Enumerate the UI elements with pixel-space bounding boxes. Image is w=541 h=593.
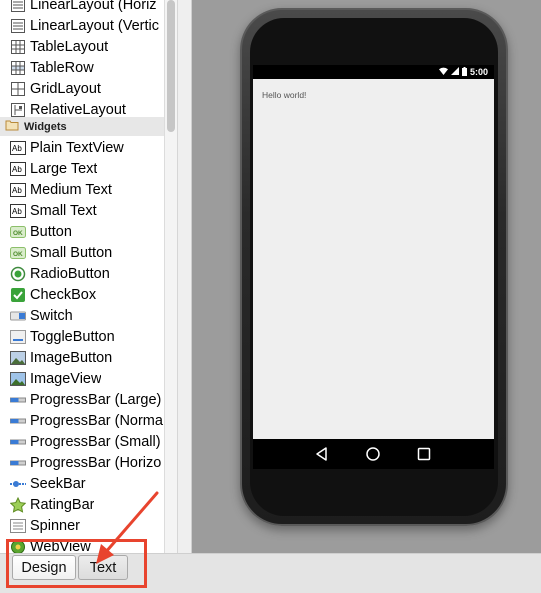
wifi-icon xyxy=(438,67,448,77)
image-view-icon xyxy=(10,371,26,387)
palette-item[interactable]: ProgressBar (Small) xyxy=(0,431,164,452)
palette-item-label: TableRow xyxy=(30,59,94,76)
svg-text:OK: OK xyxy=(13,230,23,237)
toggle-button-icon xyxy=(10,329,26,345)
palette-item-label: Switch xyxy=(30,307,73,324)
checkbox-icon xyxy=(10,287,26,303)
palette-item-label: Spinner xyxy=(30,517,80,534)
palette-item-label: ProgressBar (Horizo xyxy=(30,454,162,471)
progress-bar-icon xyxy=(10,434,26,450)
palette-item[interactable]: Spinner xyxy=(0,515,164,536)
palette-item[interactable]: TableLayout xyxy=(0,36,164,57)
palette-item-label: RelativeLayout xyxy=(30,101,126,118)
palette-item-label: ProgressBar (Large) xyxy=(30,391,162,408)
palette-panel: LinearLayout (Horiz LinearLayout (Vertic T… xyxy=(0,0,164,553)
panel-divider[interactable] xyxy=(177,0,192,553)
svg-text:OK: OK xyxy=(13,251,23,258)
palette-item-label: Button xyxy=(30,223,72,240)
palette-item-label: LinearLayout (Vertic xyxy=(30,17,159,34)
textview-icon: Ab xyxy=(10,140,26,156)
palette-item-label: LinearLayout (Horiz xyxy=(30,0,157,13)
device-screen[interactable]: Hello world! xyxy=(253,79,494,439)
table-layout-icon xyxy=(10,39,26,55)
folder-icon xyxy=(5,119,19,134)
palette-item-label: ProgressBar (Norma xyxy=(30,412,163,429)
spinner-icon xyxy=(10,518,26,534)
palette-item-label: ImageView xyxy=(30,370,102,387)
palette-item[interactable]: Ab Large Text xyxy=(0,158,164,179)
palette-item[interactable]: Switch xyxy=(0,305,164,326)
relative-layout-icon xyxy=(10,102,26,118)
palette-item-label: ImageButton xyxy=(30,349,113,366)
palette-scrollbar[interactable] xyxy=(164,0,177,553)
palette-item-label: RatingBar xyxy=(30,496,95,513)
palette-group-label: Widgets xyxy=(24,120,67,133)
palette-item[interactable]: LinearLayout (Vertic xyxy=(0,15,164,36)
palette-item-label: Small Button xyxy=(30,244,113,261)
progress-bar-icon xyxy=(10,392,26,408)
palette-item[interactable]: Ab Small Text xyxy=(0,200,164,221)
palette-item-label: ToggleButton xyxy=(30,328,115,345)
textview-icon: Ab xyxy=(10,182,26,198)
palette-item-label: CheckBox xyxy=(30,286,97,303)
home-icon[interactable] xyxy=(365,446,381,462)
textview-icon: Ab xyxy=(10,203,26,219)
button-icon: OK xyxy=(10,224,26,240)
grid-layout-icon xyxy=(10,81,26,97)
palette-item[interactable]: CheckBox xyxy=(0,284,164,305)
signal-icon xyxy=(450,67,459,77)
device-status-bar: 5:00 xyxy=(253,65,494,79)
palette-item[interactable]: Ab Plain TextView xyxy=(0,137,164,158)
linear-layout-horizontal-icon xyxy=(10,0,26,13)
palette-item[interactable]: ProgressBar (Norma xyxy=(0,410,164,431)
radio-button-icon xyxy=(10,266,26,282)
palette-item[interactable]: LinearLayout (Horiz xyxy=(0,0,164,15)
palette-item-label: Medium Text xyxy=(30,181,112,198)
svg-text:Ab: Ab xyxy=(12,165,22,174)
palette-item[interactable]: GridLayout xyxy=(0,78,164,99)
seek-bar-icon xyxy=(10,476,26,492)
recents-icon[interactable] xyxy=(416,446,432,462)
palette-item[interactable]: ImageView xyxy=(0,368,164,389)
svg-text:Ab: Ab xyxy=(12,144,22,153)
palette-item-label: ProgressBar (Small) xyxy=(30,433,161,450)
textview-icon: Ab xyxy=(10,161,26,177)
palette-item[interactable]: ProgressBar (Large) xyxy=(0,389,164,410)
back-icon[interactable] xyxy=(314,446,330,462)
palette-item-label: Large Text xyxy=(30,160,98,177)
palette-item[interactable]: RadioButton xyxy=(0,263,164,284)
svg-text:Ab: Ab xyxy=(12,207,22,216)
button-icon: OK xyxy=(10,245,26,261)
palette-item-label: GridLayout xyxy=(30,80,101,97)
hello-world-textview[interactable]: Hello world! xyxy=(262,90,306,100)
palette-item-label: TableLayout xyxy=(30,38,109,55)
svg-text:Ab: Ab xyxy=(12,186,22,195)
palette-item-label: Small Text xyxy=(30,202,97,219)
device-nav-bar xyxy=(253,439,494,469)
palette-item[interactable]: SeekBar xyxy=(0,473,164,494)
palette-group-widgets[interactable]: Widgets xyxy=(0,117,164,136)
switch-icon xyxy=(10,308,26,324)
palette-item-label: RadioButton xyxy=(30,265,110,282)
status-time: 5:00 xyxy=(469,67,488,77)
battery-icon xyxy=(461,66,467,78)
annotation-highlight-box xyxy=(6,539,147,588)
palette-item[interactable]: OK Small Button xyxy=(0,242,164,263)
palette-item[interactable]: ImageButton xyxy=(0,347,164,368)
palette-item[interactable]: ProgressBar (Horizo xyxy=(0,452,164,473)
palette-item[interactable]: RatingBar xyxy=(0,494,164,515)
progress-bar-icon xyxy=(10,455,26,471)
palette-item[interactable]: Ab Medium Text xyxy=(0,179,164,200)
linear-layout-vertical-icon xyxy=(10,18,26,34)
palette-item-label: Plain TextView xyxy=(30,139,124,156)
image-button-icon xyxy=(10,350,26,366)
progress-bar-icon xyxy=(10,413,26,429)
palette-item[interactable]: OK Button xyxy=(0,221,164,242)
table-row-icon xyxy=(10,60,26,76)
palette-item[interactable]: ToggleButton xyxy=(0,326,164,347)
palette-scroll-thumb[interactable] xyxy=(167,0,175,132)
palette-item-label: SeekBar xyxy=(30,475,86,492)
rating-bar-icon xyxy=(10,496,26,513)
palette-item[interactable]: TableRow xyxy=(0,57,164,78)
